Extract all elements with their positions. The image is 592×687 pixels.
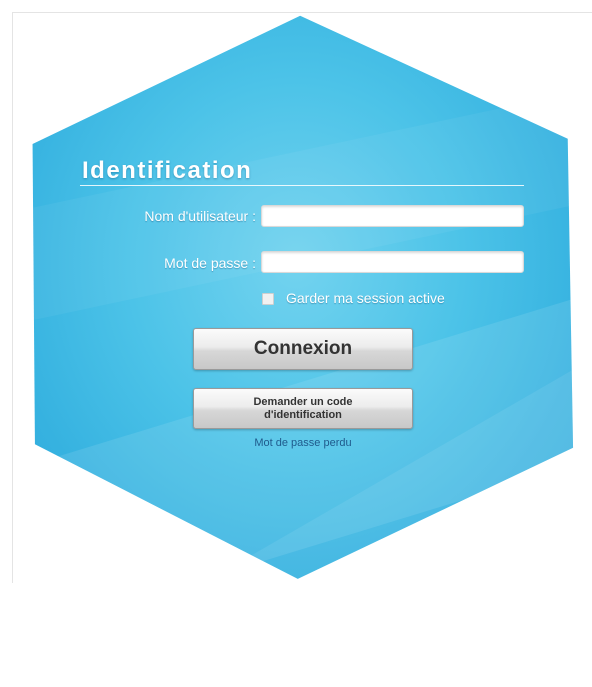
lost-password-link[interactable]: Mot de passe perdu	[193, 437, 413, 449]
username-label: Nom d'utilisateur :	[144, 208, 256, 224]
username-input[interactable]	[261, 205, 524, 227]
request-code-label-line1: Demander un code	[253, 396, 353, 408]
connexion-button[interactable]: Connexion	[193, 328, 413, 370]
page-left-border	[12, 12, 13, 583]
title-divider	[80, 185, 524, 186]
request-code-button[interactable]: Demander un code d'identification	[193, 388, 413, 429]
remember-session-label[interactable]: Garder ma session active	[286, 290, 445, 306]
request-code-label-line2: d'identification	[264, 409, 342, 421]
remember-session-checkbox[interactable]	[262, 293, 274, 305]
password-input[interactable]	[261, 251, 524, 273]
password-label: Mot de passe :	[164, 255, 256, 271]
page-top-border	[12, 12, 592, 13]
login-title: Identification	[82, 157, 253, 184]
